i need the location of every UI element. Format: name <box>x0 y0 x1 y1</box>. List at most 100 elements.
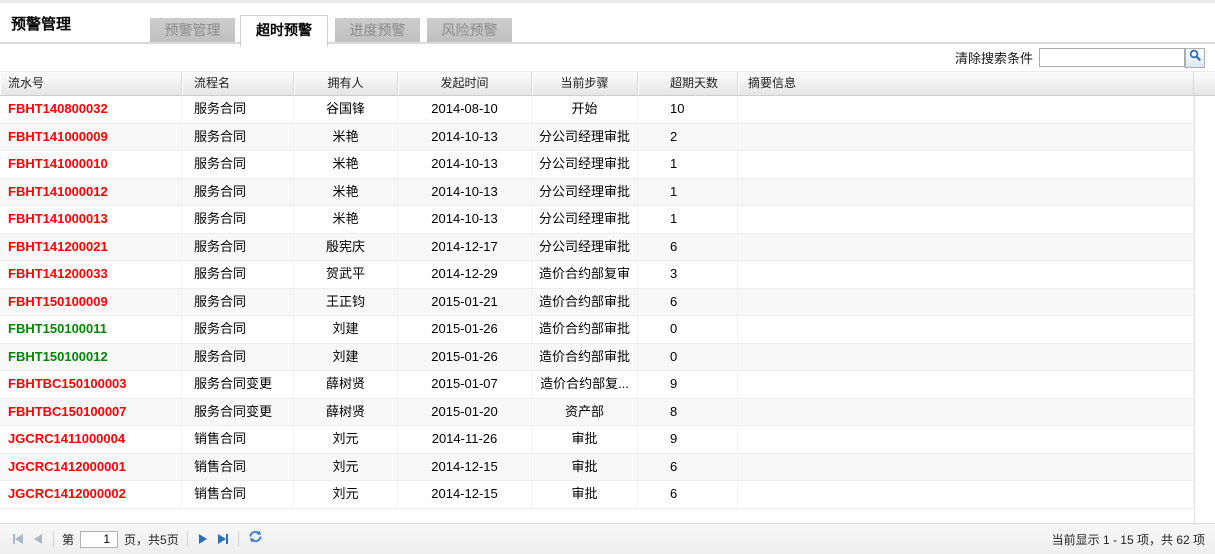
column-header-process[interactable]: 流程名 <box>182 72 294 95</box>
table-row[interactable]: FBHT141200033 服务合同 贺武平 2014-12-29 造价合约部复审 3 <box>0 261 1215 289</box>
cell-summary <box>738 426 1194 453</box>
cell-serial[interactable]: FBHT141200021 <box>0 233 182 260</box>
table-row[interactable]: FBHTBC150100007 服务合同变更 薛树贤 2015-01-20 资产部 8 <box>0 398 1215 426</box>
cell-serial[interactable]: FBHT150100009 <box>0 288 182 315</box>
cell-serial[interactable]: FBHT150100012 <box>0 343 182 370</box>
column-header-overdue-days[interactable]: 超期天数 <box>638 72 738 95</box>
cell-overdue-days: 10 <box>638 96 738 123</box>
cell-serial[interactable]: FBHT141000009 <box>0 123 182 150</box>
cell-process: 服务合同 <box>182 261 294 288</box>
cell-owner: 刘建 <box>294 316 398 343</box>
refresh-icon <box>248 529 263 549</box>
cell-overdue-days: 6 <box>638 233 738 260</box>
table-row[interactable]: FBHT141000012 服务合同 米艳 2014-10-13 分公司经理审批 1 <box>0 178 1215 206</box>
table-row[interactable]: FBHT150100012 服务合同 刘建 2015-01-26 造价合约部审批 0 <box>0 343 1215 371</box>
cell-start-date: 2014-10-13 <box>398 123 532 150</box>
table-row[interactable]: FBHT150100009 服务合同 王正钧 2015-01-21 造价合约部审批 6 <box>0 288 1215 316</box>
cell-serial[interactable]: FBHTBC150100007 <box>0 398 182 425</box>
cell-start-date: 2014-10-13 <box>398 178 532 205</box>
tab-progress-warning[interactable]: 进度预警 <box>335 18 420 43</box>
cell-owner: 王正钧 <box>294 288 398 315</box>
cell-process: 服务合同 <box>182 151 294 178</box>
column-header-current-step[interactable]: 当前步骤 <box>532 72 638 95</box>
cell-overdue-days: 3 <box>638 261 738 288</box>
cell-overdue-days: 9 <box>638 426 738 453</box>
cell-owner: 薛树贤 <box>294 371 398 398</box>
pagination-bar: 第 页，共5页 当前显示 1 - 15 项，共 62 项 <box>0 523 1215 554</box>
cell-serial[interactable]: FBHT141000013 <box>0 206 182 233</box>
table-row[interactable]: JGCRC1412000001 销售合同 刘元 2014-12-15 审批 6 <box>0 453 1215 481</box>
tab-overtime-warning[interactable]: 超时预警 <box>240 15 328 47</box>
cell-serial[interactable]: FBHT140800032 <box>0 96 182 123</box>
column-header-serial[interactable]: 流水号 <box>0 72 182 95</box>
cell-serial[interactable]: FBHTBC150100003 <box>0 371 182 398</box>
cell-summary <box>738 178 1194 205</box>
previous-page-icon <box>34 534 42 544</box>
tab-risk-warning[interactable]: 风险预警 <box>427 18 512 43</box>
cell-summary <box>738 481 1194 508</box>
next-page-button[interactable] <box>193 529 213 549</box>
cell-serial[interactable]: JGCRC1411000004 <box>0 426 182 453</box>
column-header-start-date[interactable]: 发起时间 <box>398 72 532 95</box>
clear-search-button[interactable]: 清除搜索条件 <box>955 48 1033 67</box>
refresh-button[interactable] <box>246 529 266 549</box>
table-row[interactable]: FBHT141000009 服务合同 米艳 2014-10-13 分公司经理审批 2 <box>0 123 1215 151</box>
cell-overdue-days: 1 <box>638 178 738 205</box>
cell-serial[interactable]: FBHT141200033 <box>0 261 182 288</box>
column-header-owner[interactable]: 拥有人 <box>294 72 398 95</box>
cell-process: 服务合同 <box>182 96 294 123</box>
cell-current-step: 分公司经理审批 <box>532 233 638 260</box>
tab-warning-management[interactable]: 预警管理 <box>150 18 235 43</box>
cell-overdue-days: 2 <box>638 123 738 150</box>
cell-summary <box>738 371 1194 398</box>
cell-start-date: 2015-01-07 <box>398 371 532 398</box>
cell-current-step: 造价合约部审批 <box>532 343 638 370</box>
cell-current-step: 分公司经理审批 <box>532 123 638 150</box>
search-input[interactable] <box>1039 48 1185 67</box>
next-page-icon <box>198 534 207 544</box>
cell-owner: 刘元 <box>294 426 398 453</box>
cell-serial[interactable]: FBHT141000010 <box>0 151 182 178</box>
cell-overdue-days: 6 <box>638 453 738 480</box>
title-band: 预警管理 预警管理 超时预警 进度预警 风险预警 <box>0 3 1215 47</box>
cell-owner: 薛树贤 <box>294 398 398 425</box>
previous-page-button[interactable] <box>28 529 48 549</box>
cell-current-step: 审批 <box>532 453 638 480</box>
table-row[interactable]: FBHT141000013 服务合同 米艳 2014-10-13 分公司经理审批 1 <box>0 206 1215 234</box>
cell-start-date: 2014-08-10 <box>398 96 532 123</box>
cell-serial[interactable]: JGCRC1412000001 <box>0 453 182 480</box>
column-header-summary[interactable]: 摘要信息 <box>738 72 1194 95</box>
page-number-input[interactable] <box>80 530 119 548</box>
cell-owner: 刘建 <box>294 343 398 370</box>
search-button[interactable] <box>1185 47 1205 68</box>
last-page-button[interactable] <box>213 529 233 549</box>
cell-serial[interactable]: FBHT141000012 <box>0 178 182 205</box>
tab-underline <box>0 42 1215 44</box>
cell-process: 服务合同 <box>182 178 294 205</box>
table-row[interactable]: FBHTBC150100003 服务合同变更 薛树贤 2015-01-07 造价合约部复… <box>0 371 1215 399</box>
cell-serial[interactable]: FBHT150100011 <box>0 316 182 343</box>
table-row[interactable]: JGCRC1412000002 销售合同 刘元 2014-12-15 审批 6 <box>0 481 1215 509</box>
table-row[interactable]: FBHT140800032 服务合同 谷国锋 2014-08-10 开始 10 <box>0 96 1215 124</box>
cell-start-date: 2015-01-21 <box>398 288 532 315</box>
cell-current-step: 造价合约部复审 <box>532 261 638 288</box>
table-row[interactable]: FBHT150100011 服务合同 刘建 2015-01-26 造价合约部审批 0 <box>0 316 1215 344</box>
cell-process: 服务合同 <box>182 233 294 260</box>
scrollbar-track[interactable] <box>1194 96 1215 523</box>
table-row[interactable]: FBHT141000010 服务合同 米艳 2014-10-13 分公司经理审批 1 <box>0 151 1215 179</box>
cell-process: 服务合同变更 <box>182 371 294 398</box>
cell-start-date: 2014-10-13 <box>398 151 532 178</box>
cell-overdue-days: 0 <box>638 343 738 370</box>
cell-summary <box>738 96 1194 123</box>
cell-summary <box>738 123 1194 150</box>
cell-current-step: 造价合约部审批 <box>532 316 638 343</box>
cell-summary <box>738 206 1194 233</box>
display-range-status: 当前显示 1 - 15 项，共 62 项 <box>1051 532 1205 547</box>
cell-current-step: 分公司经理审批 <box>532 178 638 205</box>
cell-start-date: 2014-12-15 <box>398 481 532 508</box>
table-row[interactable]: JGCRC1411000004 销售合同 刘元 2014-11-26 审批 9 <box>0 426 1215 454</box>
cell-owner: 刘元 <box>294 453 398 480</box>
first-page-button[interactable] <box>8 529 28 549</box>
cell-serial[interactable]: JGCRC1412000002 <box>0 481 182 508</box>
table-row[interactable]: FBHT141200021 服务合同 殷宪庆 2014-12-17 分公司经理审批 6 <box>0 233 1215 261</box>
